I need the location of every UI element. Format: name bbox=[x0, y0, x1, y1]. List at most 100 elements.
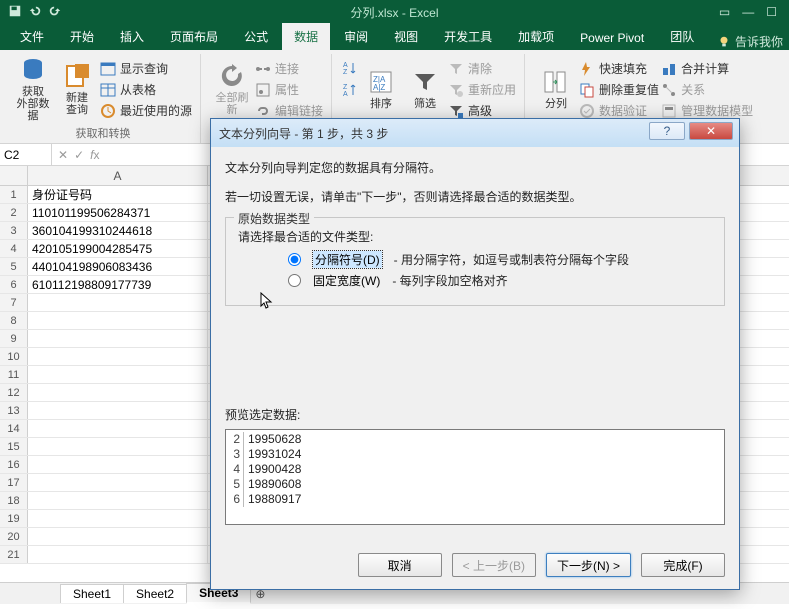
fx-icon[interactable]: fx bbox=[90, 148, 99, 162]
cancel-formula-icon[interactable]: ✕ bbox=[58, 148, 68, 162]
cell[interactable] bbox=[28, 384, 208, 401]
select-all-corner[interactable] bbox=[0, 166, 28, 185]
refresh-all-button[interactable]: 全部刷新 bbox=[211, 54, 253, 124]
radio-fixed-row[interactable]: 固定宽度(W) - 每列字段加空格对齐 bbox=[288, 272, 712, 289]
row-header[interactable]: 5 bbox=[0, 258, 28, 275]
row-header[interactable]: 20 bbox=[0, 528, 28, 545]
sheet-tab-2[interactable]: Sheet2 bbox=[123, 584, 187, 603]
dialog-titlebar[interactable]: 文本分列向导 - 第 1 步，共 3 步 ? ✕ bbox=[211, 119, 739, 147]
cell[interactable]: 420105199004285475 bbox=[28, 240, 208, 257]
cell[interactable] bbox=[28, 456, 208, 473]
tab-team[interactable]: 团队 bbox=[658, 23, 706, 50]
sort-asc-button[interactable]: AZ bbox=[342, 58, 358, 78]
text-to-columns-button[interactable]: 分列 bbox=[535, 54, 577, 124]
row-header[interactable]: 11 bbox=[0, 366, 28, 383]
cell[interactable] bbox=[28, 312, 208, 329]
remove-duplicates-button[interactable]: 删除重复值 bbox=[579, 79, 659, 100]
back-button[interactable]: < 上一步(B) bbox=[452, 553, 536, 577]
row-header[interactable]: 3 bbox=[0, 222, 28, 239]
radio-delimited[interactable] bbox=[288, 253, 301, 266]
sort-desc-button[interactable]: ZA bbox=[342, 80, 358, 100]
row-header[interactable]: 18 bbox=[0, 492, 28, 509]
redo-icon[interactable] bbox=[48, 4, 62, 21]
finish-button[interactable]: 完成(F) bbox=[641, 553, 725, 577]
dialog-help-button[interactable]: ? bbox=[649, 122, 685, 140]
enter-formula-icon[interactable]: ✓ bbox=[74, 148, 84, 162]
show-queries-button[interactable]: 显示查询 bbox=[100, 58, 192, 79]
row-header[interactable]: 21 bbox=[0, 546, 28, 563]
row-header[interactable]: 9 bbox=[0, 330, 28, 347]
reapply-button[interactable]: 重新应用 bbox=[448, 79, 516, 100]
cell[interactable]: 360104199310244618 bbox=[28, 222, 208, 239]
cell[interactable] bbox=[28, 366, 208, 383]
row-header[interactable]: 2 bbox=[0, 204, 28, 221]
relationships-button[interactable]: 关系 bbox=[661, 79, 753, 100]
filter-button[interactable]: 筛选 bbox=[404, 54, 446, 124]
maximize-icon[interactable]: ☐ bbox=[766, 5, 777, 19]
cell[interactable] bbox=[28, 492, 208, 509]
row-header[interactable]: 8 bbox=[0, 312, 28, 329]
tab-powerpivot[interactable]: Power Pivot bbox=[568, 26, 656, 50]
minimize-icon[interactable]: — bbox=[742, 5, 754, 19]
row-header[interactable]: 1 bbox=[0, 186, 28, 203]
row-header[interactable]: 7 bbox=[0, 294, 28, 311]
clear-filter-button[interactable]: 清除 bbox=[448, 58, 516, 79]
row-header[interactable]: 15 bbox=[0, 438, 28, 455]
flash-fill-button[interactable]: 快速填充 bbox=[579, 58, 659, 79]
tab-file[interactable]: 文件 bbox=[8, 23, 56, 50]
preview-data-box[interactable]: 2199506283199310244199004285198906086198… bbox=[225, 429, 725, 525]
sort-button[interactable]: Z|AA|Z 排序 bbox=[360, 54, 402, 124]
consolidate-button[interactable]: 合并计算 bbox=[661, 58, 753, 79]
name-box-input[interactable] bbox=[4, 148, 47, 162]
cell[interactable]: 身份证号码 bbox=[28, 186, 208, 203]
row-header[interactable]: 19 bbox=[0, 510, 28, 527]
cell[interactable]: 110101199506284371 bbox=[28, 204, 208, 221]
cancel-button[interactable]: 取消 bbox=[358, 553, 442, 577]
dialog-close-button[interactable]: ✕ bbox=[689, 122, 733, 140]
tab-insert[interactable]: 插入 bbox=[108, 23, 156, 50]
cell[interactable] bbox=[28, 402, 208, 419]
recent-sources-button[interactable]: 最近使用的源 bbox=[100, 100, 192, 121]
save-icon[interactable] bbox=[8, 4, 22, 21]
row-header[interactable]: 10 bbox=[0, 348, 28, 365]
radio-delimited-row[interactable]: 分隔符号(D) - 用分隔字符，如逗号或制表符分隔每个字段 bbox=[288, 251, 712, 268]
cell[interactable]: 610112198809177739 bbox=[28, 276, 208, 293]
row-header[interactable]: 4 bbox=[0, 240, 28, 257]
tab-review[interactable]: 审阅 bbox=[332, 23, 380, 50]
undo-icon[interactable] bbox=[28, 4, 42, 21]
cell[interactable] bbox=[28, 330, 208, 347]
cell[interactable]: 440104198906083436 bbox=[28, 258, 208, 275]
row-header[interactable]: 14 bbox=[0, 420, 28, 437]
tab-data[interactable]: 数据 bbox=[282, 23, 330, 50]
cell[interactable] bbox=[28, 474, 208, 491]
tab-formulas[interactable]: 公式 bbox=[232, 23, 280, 50]
new-query-button[interactable]: 新建 查询 bbox=[56, 54, 98, 124]
cell[interactable] bbox=[28, 510, 208, 527]
tell-me[interactable]: 告诉我你 bbox=[717, 33, 783, 50]
cell[interactable] bbox=[28, 420, 208, 437]
get-external-data-button[interactable]: 获取 外部数据 bbox=[12, 54, 54, 124]
from-table-button[interactable]: 从表格 bbox=[100, 79, 192, 100]
row-header[interactable]: 12 bbox=[0, 384, 28, 401]
row-header[interactable]: 17 bbox=[0, 474, 28, 491]
ribbon-display-icon[interactable]: ▭ bbox=[719, 5, 730, 19]
cell[interactable] bbox=[28, 528, 208, 545]
tab-addins[interactable]: 加载项 bbox=[506, 23, 566, 50]
row-header[interactable]: 13 bbox=[0, 402, 28, 419]
row-header[interactable]: 16 bbox=[0, 456, 28, 473]
cell[interactable] bbox=[28, 348, 208, 365]
tab-view[interactable]: 视图 bbox=[382, 23, 430, 50]
tab-home[interactable]: 开始 bbox=[58, 23, 106, 50]
tab-layout[interactable]: 页面布局 bbox=[158, 23, 230, 50]
radio-fixed-width[interactable] bbox=[288, 274, 301, 287]
cell[interactable] bbox=[28, 294, 208, 311]
sheet-tab-1[interactable]: Sheet1 bbox=[60, 584, 124, 603]
tab-dev[interactable]: 开发工具 bbox=[432, 23, 504, 50]
col-header-A[interactable]: A bbox=[28, 166, 208, 185]
cell[interactable] bbox=[28, 438, 208, 455]
cell[interactable] bbox=[28, 546, 208, 563]
row-header[interactable]: 6 bbox=[0, 276, 28, 293]
connections-button[interactable]: 连接 bbox=[255, 58, 323, 79]
next-button[interactable]: 下一步(N) > bbox=[546, 553, 631, 577]
properties-button[interactable]: 属性 bbox=[255, 79, 323, 100]
